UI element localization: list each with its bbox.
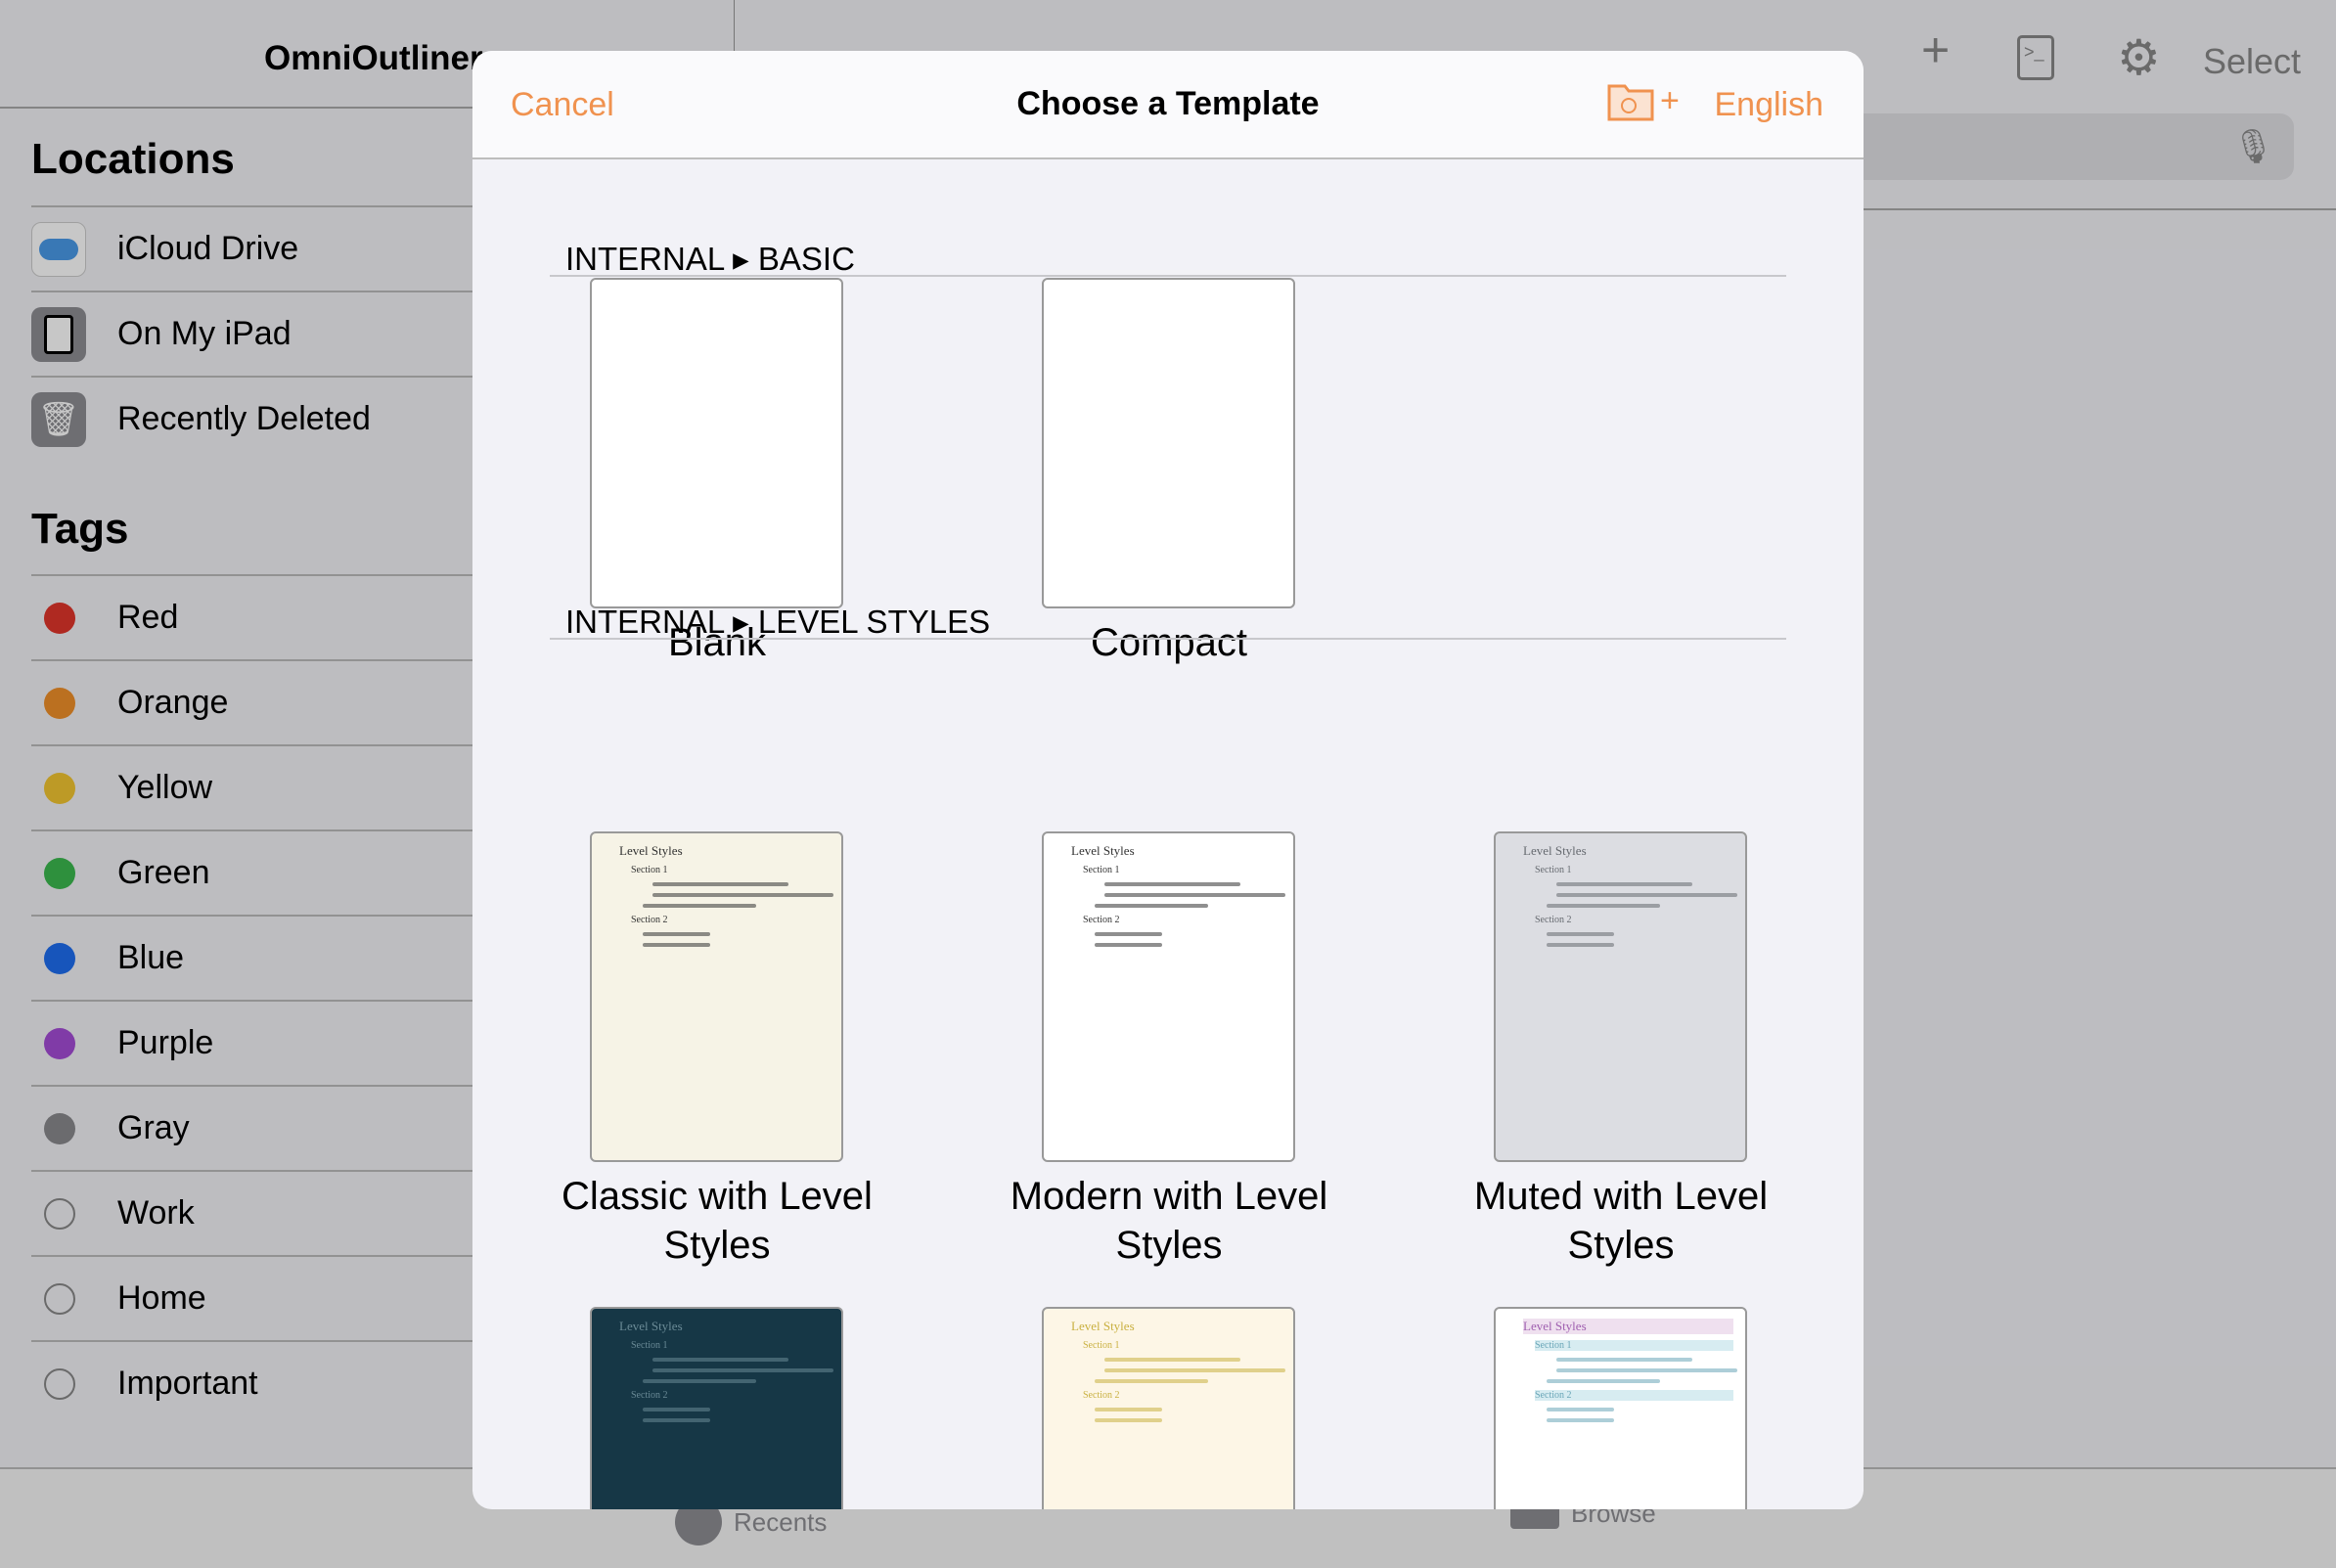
thumbnail-title: Level Styles (1523, 843, 1587, 858)
thumbnail-line (1104, 893, 1285, 897)
template-thumbnail[interactable] (1042, 278, 1295, 608)
thumbnail-line (1547, 1408, 1615, 1411)
thumbnail-section: Section 2 (1083, 915, 1120, 925)
thumbnail-line (1095, 943, 1163, 947)
thumbnail-title: Level Styles (619, 843, 683, 858)
section-divider (550, 638, 1786, 640)
thumbnail-line (1095, 904, 1208, 908)
thumbnail-line (643, 904, 756, 908)
thumbnail-section: Section 2 (1535, 1390, 1733, 1401)
template-thumbnail[interactable]: Level Styles Section 1 Section 2 (1494, 831, 1747, 1162)
thumbnail-line (1095, 1408, 1163, 1411)
thumbnail-line (1547, 1379, 1660, 1383)
language-button[interactable]: English (1714, 86, 1823, 124)
thumbnail-line (1556, 893, 1737, 897)
thumbnail-section: Section 1 (1083, 1340, 1120, 1351)
template-thumbnail[interactable]: Level Styles Section 1 Section 2 (590, 831, 843, 1162)
section-header: INTERNAL ▸ BASIC (565, 241, 855, 277)
thumbnail-line (1556, 1368, 1737, 1372)
thumbnail-line (1095, 1418, 1163, 1422)
choose-template-dialog: Cancel Choose a Template + English INTER… (472, 51, 1864, 1509)
template-name[interactable]: Muted with Level Styles (1435, 1172, 1807, 1270)
template-thumbnail[interactable]: Level Styles Section 1 Section 2 (1042, 831, 1295, 1162)
add-template-folder-icon (1607, 84, 1654, 121)
add-template-folder-button[interactable]: + (1607, 80, 1680, 121)
thumbnail-line (1095, 1379, 1208, 1383)
thumbnail-section: Section 1 (1535, 1340, 1733, 1351)
thumbnail-section: Section 1 (631, 865, 668, 875)
thumbnail-line (643, 1379, 756, 1383)
thumbnail-line (643, 1408, 711, 1411)
thumbnail-section: Section 2 (631, 915, 668, 925)
thumbnail-line (1547, 943, 1615, 947)
thumbnail-title: Level Styles (619, 1319, 683, 1333)
template-thumbnail[interactable]: Level Styles Section 1 Section 2 (1494, 1307, 1747, 1509)
thumbnail-line (1547, 1418, 1615, 1422)
thumbnail-line (652, 882, 788, 886)
thumbnail-section: Section 2 (1083, 1390, 1120, 1401)
thumbnail-line (1556, 882, 1692, 886)
thumbnail-section: Section 1 (1535, 865, 1572, 875)
section-divider (550, 275, 1786, 277)
dialog-header: Cancel Choose a Template + English (472, 51, 1864, 159)
thumbnail-section: Section 2 (1535, 915, 1572, 925)
thumbnail-title: Level Styles (1523, 1319, 1733, 1334)
thumbnail-section: Section 1 (631, 1340, 668, 1351)
template-thumbnail[interactable]: Level Styles Section 1 Section 2 (1042, 1307, 1295, 1509)
thumbnail-section: Section 2 (631, 1390, 668, 1401)
thumbnail-line (643, 943, 711, 947)
template-thumbnail[interactable] (590, 278, 843, 608)
thumbnail-line (652, 1358, 788, 1362)
template-name[interactable]: Compact (983, 618, 1355, 667)
template-name[interactable]: Classic with Level Styles (531, 1172, 903, 1270)
thumbnail-line (643, 932, 711, 936)
thumbnail-line (1547, 904, 1660, 908)
section-header: INTERNAL ▸ LEVEL STYLES (565, 604, 991, 640)
thumbnail-line (1547, 932, 1615, 936)
thumbnail-line (1556, 1358, 1692, 1362)
thumbnail-line (1104, 1368, 1285, 1372)
thumbnail-title: Level Styles (1071, 1319, 1135, 1333)
thumbnail-line (652, 1368, 833, 1372)
thumbnail-line (652, 893, 833, 897)
thumbnail-line (1104, 882, 1240, 886)
thumbnail-title: Level Styles (1071, 843, 1135, 858)
thumbnail-line (1104, 1358, 1240, 1362)
thumbnail-line (643, 1418, 711, 1422)
template-thumbnail[interactable]: Level Styles Section 1 Section 2 (590, 1307, 843, 1509)
thumbnail-line (1095, 932, 1163, 936)
thumbnail-section: Section 1 (1083, 865, 1120, 875)
template-name[interactable]: Modern with Level Styles (983, 1172, 1355, 1270)
